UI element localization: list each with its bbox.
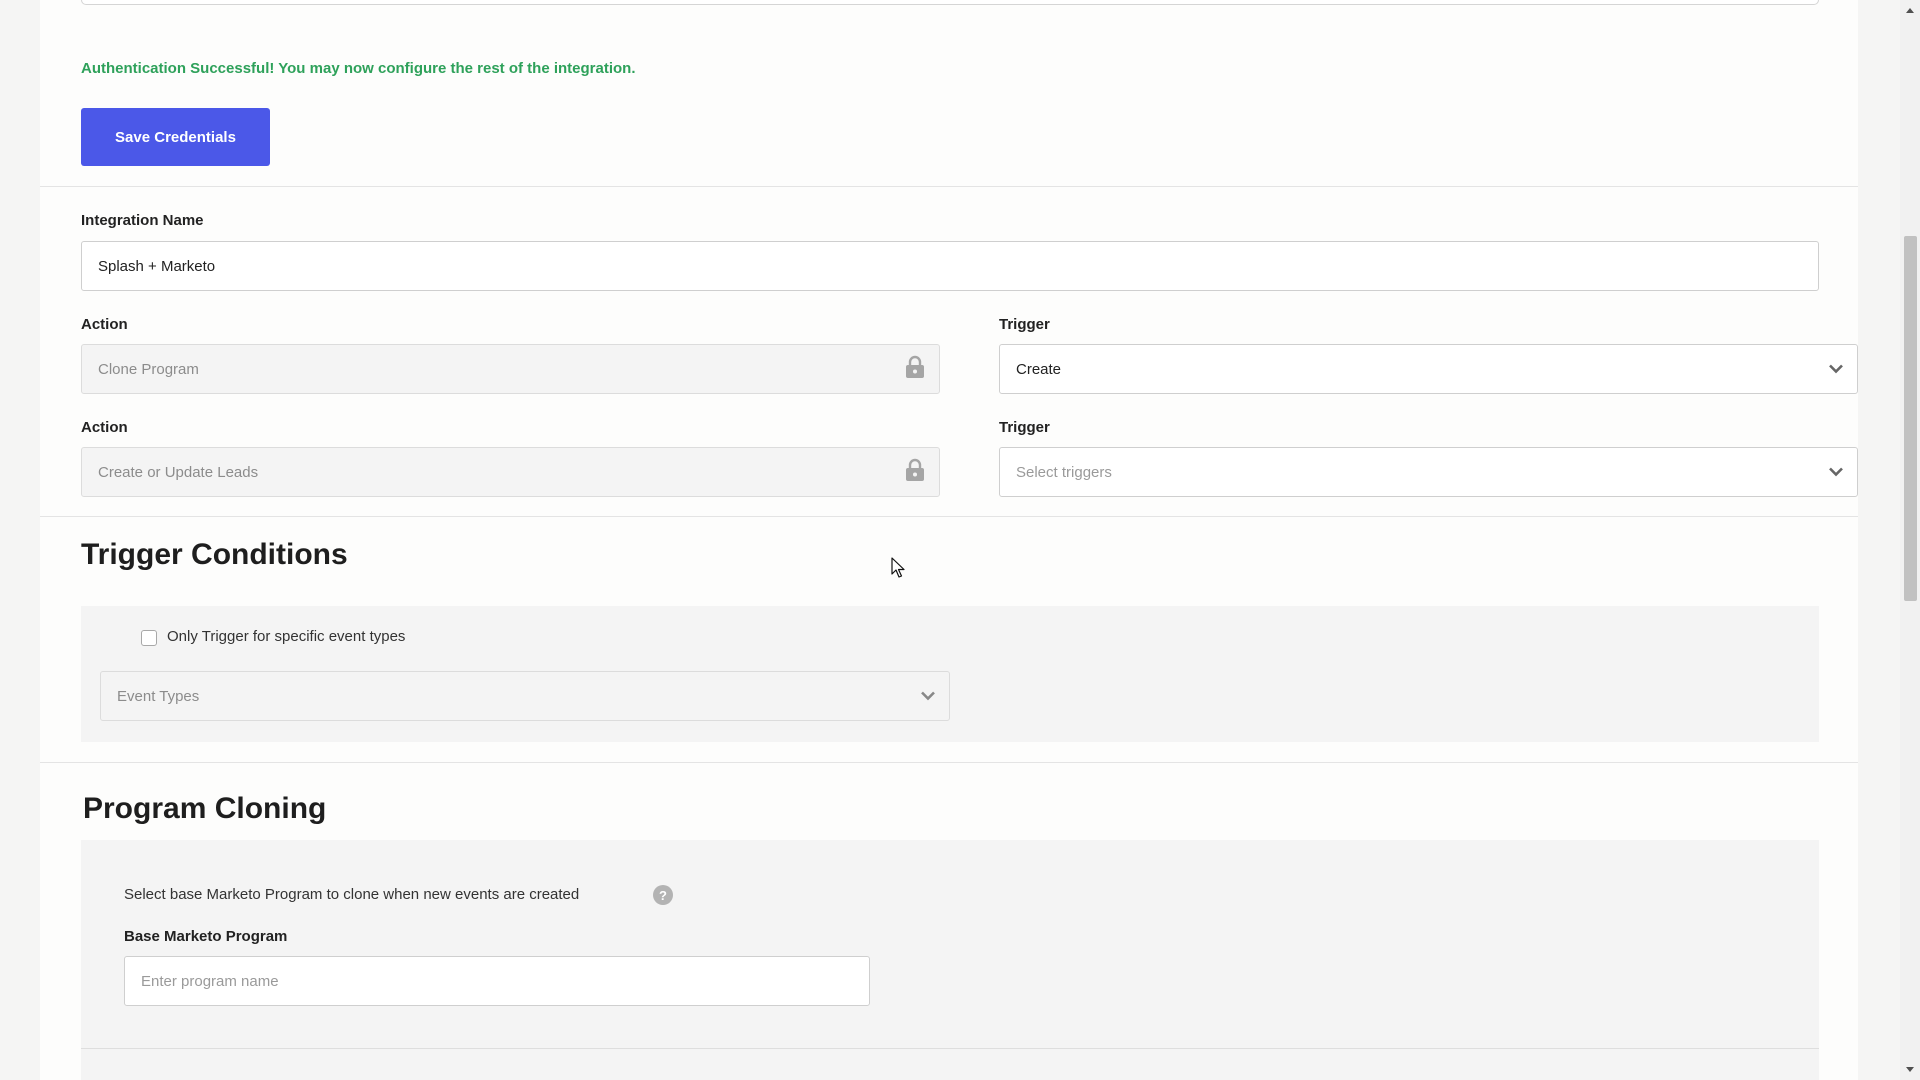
base-marketo-program-placeholder: Enter program name bbox=[141, 972, 279, 990]
mouse-cursor-icon bbox=[891, 557, 905, 584]
previous-field-edge bbox=[81, 0, 1819, 5]
scroll-down-icon[interactable] bbox=[1900, 1062, 1920, 1078]
action-value: Create or Update Leads bbox=[98, 463, 259, 481]
trigger-select-create[interactable]: Create bbox=[999, 344, 1858, 394]
divider bbox=[40, 762, 1858, 763]
chevron-down-icon bbox=[921, 688, 935, 705]
trigger-label: Trigger bbox=[999, 419, 1050, 436]
lock-icon bbox=[905, 355, 925, 383]
scroll-up-icon[interactable] bbox=[1900, 2, 1920, 18]
trigger-label: Trigger bbox=[999, 316, 1050, 333]
page-scrollbar[interactable] bbox=[1900, 0, 1920, 1080]
program-cloning-title: Program Cloning bbox=[83, 792, 327, 825]
auth-success-message: Authentication Successful! You may now c… bbox=[81, 60, 636, 77]
event-types-select[interactable]: Event Types bbox=[100, 671, 950, 721]
base-marketo-program-input[interactable]: Enter program name bbox=[124, 956, 870, 1006]
program-cloning-panel: Select base Marketo Program to clone whe… bbox=[81, 840, 1819, 1080]
scrollbar-thumb[interactable] bbox=[1904, 236, 1917, 601]
trigger-select-empty[interactable]: Select triggers bbox=[999, 447, 1858, 497]
lock-icon bbox=[905, 458, 925, 486]
trigger-conditions-title: Trigger Conditions bbox=[81, 538, 348, 571]
divider bbox=[40, 516, 1858, 517]
event-types-placeholder: Event Types bbox=[117, 687, 200, 705]
integration-name-value: Splash + Marketo bbox=[98, 257, 216, 275]
action-label: Action bbox=[81, 419, 128, 436]
chevron-down-icon bbox=[1829, 464, 1843, 481]
specific-event-types-label: Only Trigger for specific event types bbox=[167, 628, 406, 645]
action-value: Clone Program bbox=[98, 360, 199, 378]
trigger-conditions-panel: Only Trigger for specific event types Ev… bbox=[81, 606, 1819, 742]
integration-name-label: Integration Name bbox=[81, 212, 204, 229]
base-marketo-program-label: Base Marketo Program bbox=[124, 928, 288, 945]
help-icon[interactable]: ? bbox=[653, 885, 673, 905]
action-field-clone-program: Clone Program bbox=[81, 344, 940, 394]
trigger-value: Create bbox=[1016, 360, 1062, 378]
divider bbox=[40, 186, 1858, 187]
integration-settings-card: Authentication Successful! You may now c… bbox=[40, 0, 1858, 1080]
trigger-placeholder: Select triggers bbox=[1016, 463, 1112, 481]
program-cloning-description: Select base Marketo Program to clone whe… bbox=[124, 886, 580, 903]
save-credentials-button[interactable]: Save Credentials bbox=[81, 108, 270, 166]
action-label: Action bbox=[81, 316, 128, 333]
chevron-down-icon bbox=[1829, 361, 1843, 378]
specific-event-types-checkbox[interactable] bbox=[141, 630, 157, 646]
panel-divider bbox=[81, 1048, 1819, 1049]
action-field-create-update-leads: Create or Update Leads bbox=[81, 447, 940, 497]
integration-name-input[interactable]: Splash + Marketo bbox=[81, 241, 1819, 291]
